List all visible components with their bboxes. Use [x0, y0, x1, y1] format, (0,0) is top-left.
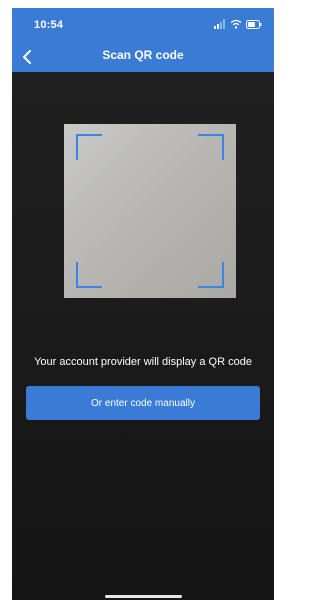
qr-scan-frame	[64, 124, 236, 298]
status-time: 10:54	[34, 19, 64, 31]
wifi-icon	[230, 19, 242, 29]
scan-instruction: Your account provider will display a QR …	[34, 356, 252, 368]
frame-corner-top-right	[198, 134, 224, 160]
status-icons	[214, 18, 262, 30]
frame-corner-top-left	[76, 134, 102, 160]
page-title: Scan QR code	[102, 48, 184, 62]
signal-icon	[214, 19, 225, 29]
enter-code-manually-button[interactable]: Or enter code manually	[26, 386, 260, 420]
frame-corner-bottom-right	[198, 262, 224, 288]
top-bar: 10:54 Scan QR code	[12, 8, 274, 72]
frame-corner-bottom-left	[76, 262, 102, 288]
battery-icon	[246, 19, 262, 29]
phone-screen: 10:54 Scan QR code Your account provider…	[12, 8, 274, 600]
home-indicator	[105, 595, 182, 598]
